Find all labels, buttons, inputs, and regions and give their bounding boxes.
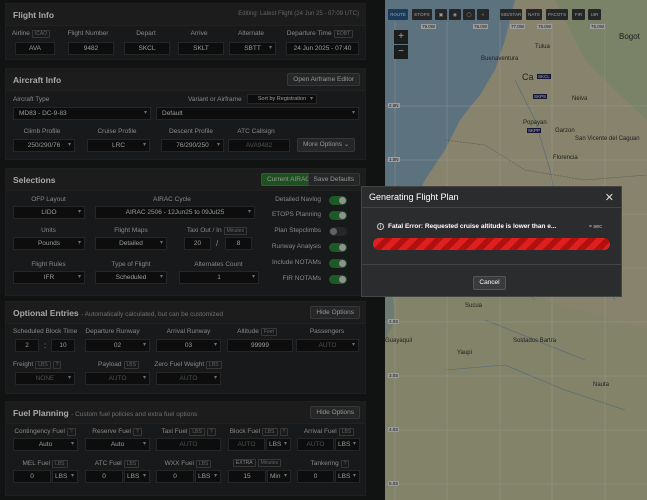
dialog-title: Generating Flight Plan [369, 192, 459, 202]
generating-flight-plan-dialog: Generating Flight Plan ✕ i Fatal Error: R… [361, 186, 622, 297]
dialog-divider [362, 264, 621, 265]
dialog-divider [362, 207, 621, 208]
info-icon: i [377, 223, 384, 230]
progress-bar [373, 238, 610, 250]
cancel-button[interactable]: Cancel [473, 276, 506, 290]
close-icon[interactable]: ✕ [605, 191, 614, 204]
elapsed-seconds: ≈ sec [588, 224, 602, 230]
error-message: i Fatal Error: Requested cruise altitude … [377, 223, 556, 230]
